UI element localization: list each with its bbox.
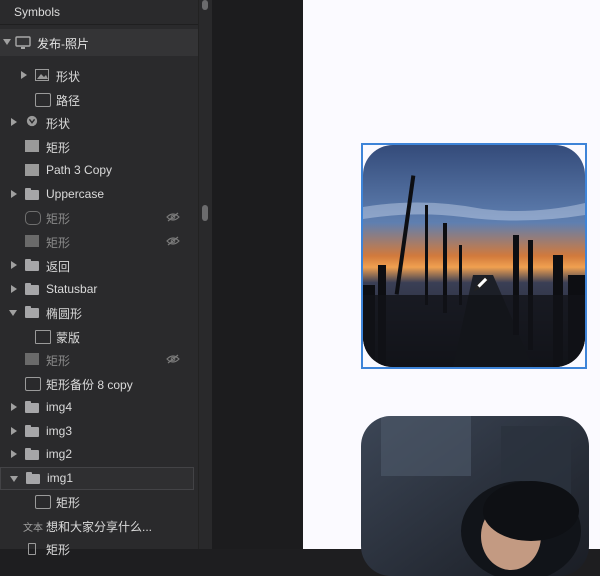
hidden-eye-icon[interactable] bbox=[166, 236, 180, 246]
layer-label: 蒙版 bbox=[56, 331, 81, 345]
checkbox-icon[interactable] bbox=[35, 495, 51, 509]
layer-label: img2 bbox=[46, 447, 73, 461]
layer-row[interactable]: 矩形 bbox=[0, 231, 198, 253]
layer-label: 想和大家分享什么... bbox=[46, 520, 153, 534]
page-row-publish-photo[interactable]: 发布-照片 bbox=[0, 29, 198, 56]
rounded-rect-icon bbox=[25, 211, 41, 225]
mask-icon bbox=[35, 330, 51, 344]
chevron-right-icon[interactable] bbox=[11, 285, 17, 293]
chevron-right-icon[interactable] bbox=[11, 118, 17, 126]
layer-label: 椭圆形 bbox=[46, 307, 83, 321]
chevron-right-icon[interactable] bbox=[11, 261, 17, 269]
layer-row[interactable]: Path 3 Copy bbox=[0, 160, 198, 182]
layer-row[interactable]: 文本 想和大家分享什么... bbox=[0, 515, 198, 537]
layer-label: 形状 bbox=[56, 70, 81, 84]
layer-label: img4 bbox=[46, 400, 73, 414]
chevron-right-icon[interactable] bbox=[11, 427, 17, 435]
line-icon bbox=[25, 235, 39, 247]
layer-row[interactable]: 椭圆形 bbox=[0, 302, 198, 324]
phone-icon bbox=[28, 543, 36, 555]
layer-row[interactable]: Uppercase bbox=[0, 184, 198, 206]
layer-label: img3 bbox=[46, 424, 73, 438]
chevron-down-icon[interactable] bbox=[9, 310, 17, 316]
layers-scrollbar[interactable] bbox=[198, 0, 213, 549]
layer-row[interactable]: 形状 bbox=[0, 65, 198, 87]
chevron-right-icon[interactable] bbox=[11, 190, 17, 198]
line-icon bbox=[25, 353, 39, 365]
chevron-right-icon[interactable] bbox=[11, 403, 17, 411]
text-layer-tag: 文本 bbox=[23, 523, 43, 534]
layer-label: 返回 bbox=[46, 260, 71, 274]
layer-row[interactable]: 路径 bbox=[0, 89, 198, 111]
layer-label: Uppercase bbox=[46, 187, 105, 201]
chevron-down-icon[interactable] bbox=[10, 476, 18, 482]
layer-label: Statusbar bbox=[46, 282, 98, 296]
hidden-eye-icon[interactable] bbox=[166, 212, 180, 222]
layer-label: 矩形 bbox=[46, 543, 71, 557]
selection-outline bbox=[361, 143, 587, 369]
scroll-thumb-top[interactable] bbox=[202, 0, 208, 10]
folder-icon bbox=[25, 448, 39, 460]
layer-row[interactable]: 形状 bbox=[0, 112, 198, 134]
folder-icon bbox=[25, 306, 39, 318]
layer-row[interactable]: 矩形 bbox=[0, 491, 198, 513]
canvas-gutter bbox=[212, 0, 303, 549]
folder-icon bbox=[25, 188, 39, 200]
pencil-cursor-icon bbox=[473, 276, 489, 292]
layer-row[interactable]: Statusbar bbox=[0, 279, 198, 301]
layer-row[interactable]: 矩形 bbox=[0, 136, 198, 158]
symbols-header[interactable]: Symbols bbox=[0, 0, 198, 25]
layer-row[interactable]: 矩形备份 8 copy bbox=[0, 373, 198, 395]
layer-label: 矩形 bbox=[46, 354, 71, 368]
layer-label: 矩形备份 8 copy bbox=[46, 378, 133, 392]
folder-icon bbox=[25, 259, 39, 271]
layer-label: 矩形 bbox=[56, 496, 81, 510]
layer-label: 矩形 bbox=[46, 141, 71, 155]
layer-row[interactable]: img4 bbox=[0, 397, 198, 419]
design-canvas[interactable] bbox=[303, 0, 600, 576]
hidden-eye-icon[interactable] bbox=[166, 354, 180, 364]
scroll-thumb[interactable] bbox=[202, 205, 208, 221]
layer-label: 形状 bbox=[46, 117, 71, 131]
portrait-image[interactable] bbox=[361, 416, 589, 576]
layer-row[interactable]: 蒙版 bbox=[0, 326, 198, 348]
folder-icon bbox=[26, 472, 40, 484]
checkbox-icon[interactable] bbox=[25, 377, 41, 391]
line-icon bbox=[25, 164, 39, 176]
layer-row-selected[interactable]: img1 bbox=[0, 467, 194, 490]
layer-row[interactable]: 返回 bbox=[0, 255, 198, 277]
folder-icon bbox=[25, 425, 39, 437]
layer-row[interactable]: img2 bbox=[0, 444, 198, 466]
chevron-down-icon[interactable] bbox=[3, 39, 11, 45]
portrait-photo-art bbox=[361, 416, 589, 576]
display-icon bbox=[15, 36, 31, 49]
layer-label: 矩形 bbox=[46, 236, 71, 250]
layer-row[interactable]: 矩形 bbox=[0, 349, 198, 371]
folder-icon bbox=[25, 401, 39, 413]
chevron-right-icon[interactable] bbox=[11, 450, 17, 458]
folder-icon bbox=[25, 283, 39, 295]
symbols-header-label: Symbols bbox=[14, 5, 61, 19]
layer-label: 矩形 bbox=[46, 212, 71, 226]
layer-label: img1 bbox=[47, 471, 74, 485]
chevron-right-icon[interactable] bbox=[21, 71, 27, 79]
checkbox-icon[interactable] bbox=[35, 93, 51, 107]
page-title: 发布-照片 bbox=[37, 37, 89, 51]
layer-label: Path 3 Copy bbox=[46, 163, 113, 177]
layer-row[interactable]: 矩形 bbox=[0, 538, 198, 560]
shape-icon bbox=[26, 115, 38, 127]
image-icon bbox=[35, 69, 49, 81]
layer-row[interactable]: 矩形 bbox=[0, 207, 198, 229]
line-icon bbox=[25, 140, 39, 152]
layer-label: 路径 bbox=[56, 94, 81, 108]
layer-row[interactable]: img3 bbox=[0, 421, 198, 443]
layers-panel: Symbols 发布-照片 形状 路径 形状 矩形 Path 3 Copy Up… bbox=[0, 0, 212, 557]
